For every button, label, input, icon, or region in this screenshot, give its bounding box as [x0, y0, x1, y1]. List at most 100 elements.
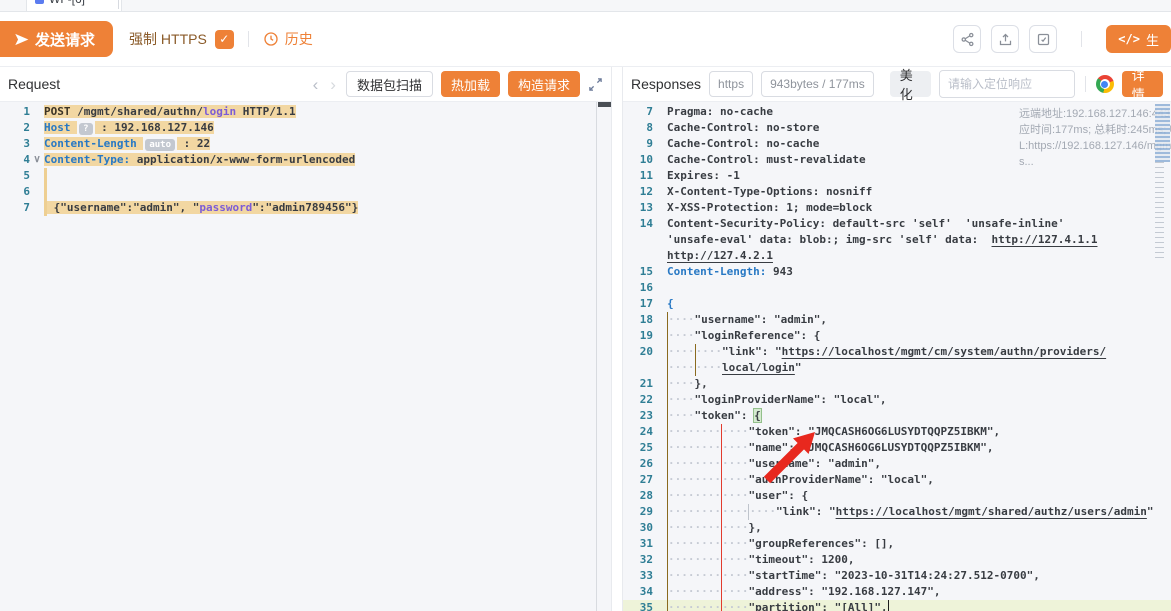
- response-search-input[interactable]: [940, 72, 1074, 96]
- chrome-icon[interactable]: [1096, 75, 1114, 93]
- history-button[interactable]: 历史: [263, 29, 313, 49]
- http-tool-window: WF-[6] 发送请求 强制 HTTPS ✓ 历史: [0, 0, 1171, 611]
- size-time-badge: 943bytes / 177ms: [761, 71, 874, 97]
- code-line: 34············"address": "192.168.127.14…: [623, 584, 1171, 600]
- send-request-button[interactable]: 发送请求: [0, 21, 113, 57]
- prev-request-button[interactable]: ‹: [311, 76, 321, 93]
- code-line: 7 {"username":"admin", "password":"admin…: [0, 200, 611, 216]
- document-icon: [35, 0, 44, 4]
- code-line: 28············"user": {: [623, 488, 1171, 504]
- code-line: 33············"startTime": "2023-10-31T1…: [623, 568, 1171, 584]
- response-panel: Responses https 943bytes / 177ms 美化 详情 远…: [622, 67, 1171, 611]
- share-button[interactable]: [953, 25, 981, 53]
- code-line: 3Content-Length auto : 22: [0, 136, 611, 152]
- edit-note-icon: [1036, 32, 1051, 47]
- tab-wf[interactable]: WF-[6]: [26, 0, 122, 12]
- code-line: 'unsafe-eval' data: blob:; img-src 'self…: [623, 232, 1171, 248]
- text-cursor: [888, 600, 890, 611]
- clock-icon: [263, 31, 279, 47]
- note-button[interactable]: [1029, 25, 1057, 53]
- panel-splitter[interactable]: [612, 67, 622, 611]
- response-header-divider: [1085, 76, 1086, 92]
- details-button[interactable]: 详情: [1122, 71, 1163, 97]
- code-line: 2Host ? : 192.168.127.146: [0, 120, 611, 136]
- code-line: 15Content-Length: 943: [623, 264, 1171, 280]
- paper-plane-icon: [14, 32, 29, 47]
- code-line: 23····"token": {: [623, 408, 1171, 424]
- export-button[interactable]: [991, 25, 1019, 53]
- request-panel-header: Request ‹ › 数据包扫描 热加载 构造请求: [0, 67, 611, 102]
- code-line: 6: [0, 184, 611, 200]
- toolbar-right-divider: [1081, 31, 1082, 47]
- code-line: 32············"timeout": 1200,: [623, 552, 1171, 568]
- code-line: http://127.4.2.1: [623, 248, 1171, 264]
- request-title: Request: [8, 76, 60, 92]
- code-line: 11Expires: -1: [623, 168, 1171, 184]
- code-line: 5: [0, 168, 611, 184]
- response-timing-info: 远端地址:192.168.127.146:443; 响应时间:177ms; 总耗…: [1019, 106, 1149, 170]
- response-search: [939, 70, 1075, 98]
- next-request-button[interactable]: ›: [328, 76, 338, 93]
- collapse-chevron-icon[interactable]: ∨: [30, 152, 44, 168]
- toolbar-right-group: </> 生: [953, 25, 1171, 53]
- code-line: 27············"authProviderName": "local…: [623, 472, 1171, 488]
- timing-info-line: 应时间:177ms; 总耗时:245ms; UR: [1019, 122, 1149, 138]
- minimap[interactable]: [1155, 104, 1170, 344]
- toolbar: 发送请求 强制 HTTPS ✓ 历史 </> 生: [0, 12, 1171, 67]
- code-line: 14Content-Security-Policy: default-src '…: [623, 216, 1171, 232]
- force-https-label: 强制 HTTPS: [129, 29, 207, 49]
- share-icon: [960, 32, 975, 47]
- code-line: 4∨Content-Type: application/x-www-form-u…: [0, 152, 611, 168]
- main-split: Request ‹ › 数据包扫描 热加载 构造请求 1POST /mgmt/s…: [0, 67, 1171, 611]
- code-line: 21····},: [623, 376, 1171, 392]
- code-line: 29················"link": "https://local…: [623, 504, 1171, 520]
- minimap-viewport: [1155, 104, 1170, 162]
- toolbar-divider: [248, 31, 249, 47]
- request-scrollbar-thumb[interactable]: [598, 102, 611, 107]
- tab-bar: WF-[6]: [0, 0, 1171, 12]
- search-button[interactable]: [1074, 71, 1075, 97]
- force-https-group: 强制 HTTPS ✓: [129, 29, 234, 49]
- generate-code-button[interactable]: </> 生: [1106, 25, 1171, 53]
- beautify-button[interactable]: 美化: [890, 71, 931, 97]
- code-line: 20········"link": "https://localhost/mgm…: [623, 344, 1171, 360]
- code-line: 24············"token": "JMQCASH6OG6LUSYD…: [623, 424, 1171, 440]
- response-editor[interactable]: 远端地址:192.168.127.146:443; 响应时间:177ms; 总耗…: [623, 102, 1171, 611]
- code-line: 35············"partition": "[All]",: [623, 600, 1171, 611]
- request-scrollbar[interactable]: [596, 102, 611, 611]
- code-line: 1POST /mgmt/shared/authn/login HTTP/1.1: [0, 104, 611, 120]
- code-line: 26············"userName": "admin",: [623, 456, 1171, 472]
- responses-title: Responses: [631, 76, 701, 92]
- code-line: 25············"name": "JMQCASH6OG6LUSYDT…: [623, 440, 1171, 456]
- code-line: 19····"loginReference": {: [623, 328, 1171, 344]
- code-line: 12X-Content-Type-Options: nosniff: [623, 184, 1171, 200]
- generate-code-label: 生: [1146, 30, 1159, 49]
- timing-info-line: L:https://192.168.127.146/mgmt/: [1019, 138, 1149, 154]
- force-https-checkbox[interactable]: ✓: [215, 30, 234, 49]
- code-line: 22····"loginProviderName": "local",: [623, 392, 1171, 408]
- request-panel: Request ‹ › 数据包扫描 热加载 构造请求 1POST /mgmt/s…: [0, 67, 612, 611]
- request-editor[interactable]: 1POST /mgmt/shared/authn/login HTTP/1.12…: [0, 102, 611, 611]
- code-line: 13X-XSS-Protection: 1; mode=block: [623, 200, 1171, 216]
- code-line: 17{: [623, 296, 1171, 312]
- code-icon: </>: [1118, 32, 1140, 46]
- timing-info-line: s...: [1019, 154, 1149, 170]
- send-request-label: 发送请求: [35, 29, 95, 50]
- search-icon: [1074, 78, 1075, 91]
- response-panel-header: Responses https 943bytes / 177ms 美化 详情: [623, 67, 1171, 102]
- history-label: 历史: [285, 29, 313, 49]
- code-line: 16: [623, 280, 1171, 296]
- minimap-lines: [1155, 162, 1164, 258]
- code-line: 18····"username": "admin",: [623, 312, 1171, 328]
- code-line: 30············},: [623, 520, 1171, 536]
- export-icon: [998, 32, 1013, 47]
- code-line: 31············"groupReferences": [],: [623, 536, 1171, 552]
- code-line: ········local/login": [623, 360, 1171, 376]
- packet-scan-button[interactable]: 数据包扫描: [346, 71, 433, 97]
- expand-icon[interactable]: [588, 77, 603, 92]
- timing-info-line: 远端地址:192.168.127.146:443; 响: [1019, 106, 1149, 122]
- tab-title: WF-[6]: [49, 0, 85, 6]
- tab-divider: [118, 0, 119, 9]
- hot-reload-button[interactable]: 热加载: [441, 71, 500, 97]
- construct-request-button[interactable]: 构造请求: [508, 71, 580, 97]
